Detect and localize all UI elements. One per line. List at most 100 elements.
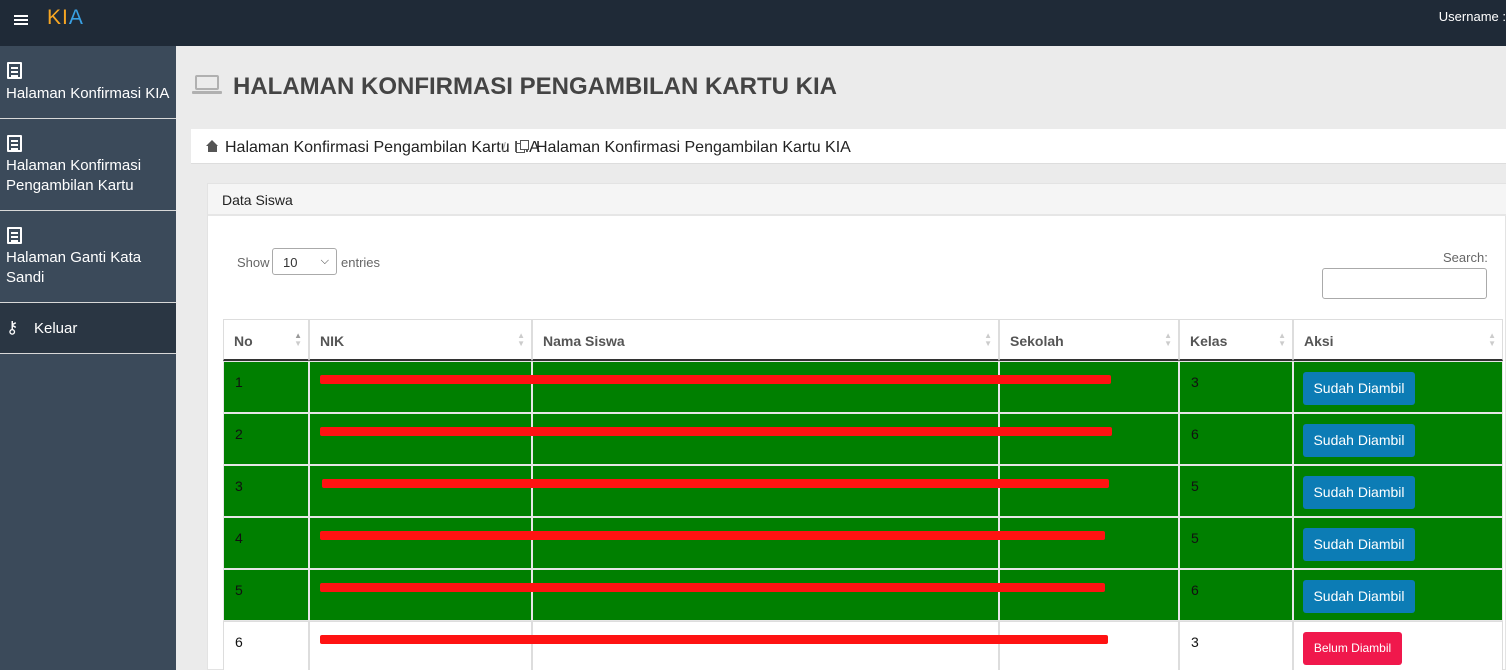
cell-sekolah — [999, 361, 1179, 413]
column-header-kelas[interactable]: Kelas ▲ ▼ — [1179, 319, 1293, 361]
breadcrumb-item-home[interactable]: Halaman Konfirmasi Pengambilan Kartu KIA — [225, 139, 540, 157]
table-row: 5 6 Sudah Diambil — [223, 569, 1503, 621]
home-icon — [206, 140, 219, 152]
username-label: Username : — [1438, 9, 1506, 24]
cell-nik — [309, 517, 532, 569]
cell-kelas: 5 — [1179, 465, 1293, 517]
cell-sekolah — [999, 621, 1179, 670]
sidebar: Halaman Konfirmasi KIA Halaman Konfirmas… — [0, 46, 176, 670]
entries-label: entries — [341, 255, 381, 270]
sort-icon: ▲ ▼ — [1164, 331, 1172, 348]
row-number: 2 — [235, 426, 243, 442]
row-kelas: 6 — [1191, 582, 1199, 598]
sudah-diambil-button[interactable]: Sudah Diambil — [1303, 424, 1415, 457]
sidebar-item-konfirmasi-kia[interactable]: Halaman Konfirmasi KIA — [0, 46, 176, 119]
cell-aksi: Sudah Diambil — [1293, 465, 1503, 517]
redaction-bar — [320, 635, 1108, 644]
sudah-diambil-button[interactable]: Sudah Diambil — [1303, 476, 1415, 509]
cell-nama-siswa — [532, 621, 999, 670]
cell-no: 6 — [223, 621, 309, 670]
redaction-bar — [322, 479, 1109, 488]
document-icon — [7, 62, 22, 79]
cell-sekolah — [999, 413, 1179, 465]
column-header-label: Sekolah — [1010, 333, 1064, 349]
sidebar-item-keluar[interactable]: ⚷ Keluar — [0, 303, 176, 354]
cell-sekolah — [999, 517, 1179, 569]
sidebar-item-label: Halaman Ganti Kata Sandi — [6, 249, 142, 286]
row-kelas: 3 — [1191, 634, 1199, 650]
redaction-bar — [320, 531, 1105, 540]
sidebar-item-label: Halaman Konfirmasi Pengambilan Kartu — [6, 157, 142, 194]
cell-kelas: 6 — [1179, 569, 1293, 621]
laptop-icon — [192, 75, 222, 95]
entries-select-value: 10 — [283, 255, 298, 270]
brand-letter-k: K — [47, 6, 63, 29]
search-input[interactable] — [1322, 268, 1487, 299]
sidebar-item-ganti-kata-sandi[interactable]: Halaman Ganti Kata Sandi — [0, 211, 176, 303]
cell-nama-siswa — [532, 569, 999, 621]
cell-sekolah — [999, 465, 1179, 517]
row-number: 3 — [235, 478, 243, 494]
cell-aksi: Belum Diambil — [1293, 621, 1503, 670]
table-row: 4 5 Sudah Diambil — [223, 517, 1503, 569]
column-header-label: No — [234, 333, 253, 349]
sort-icon: ▲ ▼ — [1278, 331, 1286, 348]
column-header-nik[interactable]: NIK ▲ ▼ — [309, 319, 532, 361]
cell-no: 4 — [223, 517, 309, 569]
row-number: 4 — [235, 530, 243, 546]
sidebar-item-label: Keluar — [34, 320, 78, 337]
panel-header: Data Siswa — [208, 184, 1506, 216]
cell-nama-siswa — [532, 465, 999, 517]
sort-icon: ▲ ▼ — [517, 331, 525, 348]
cell-nik — [309, 569, 532, 621]
sudah-diambil-button[interactable]: Sudah Diambil — [1303, 580, 1415, 613]
cell-nama-siswa — [532, 413, 999, 465]
row-kelas: 6 — [1191, 426, 1199, 442]
column-header-label: Nama Siswa — [543, 333, 625, 349]
column-header-nama-siswa[interactable]: Nama Siswa ▲ ▼ — [532, 319, 999, 361]
top-navbar: KIA Username : — [0, 0, 1506, 46]
entries-select[interactable]: 10 ⌵ — [272, 248, 337, 275]
cell-kelas: 3 — [1179, 361, 1293, 413]
hamburger-icon[interactable] — [14, 13, 30, 27]
cell-no: 2 — [223, 413, 309, 465]
cell-kelas: 3 — [1179, 621, 1293, 670]
panel-title: Data Siswa — [222, 192, 293, 208]
cell-aksi: Sudah Diambil — [1293, 517, 1503, 569]
sudah-diambil-button[interactable]: Sudah Diambil — [1303, 372, 1415, 405]
cell-aksi: Sudah Diambil — [1293, 361, 1503, 413]
sudah-diambil-button[interactable]: Sudah Diambil — [1303, 528, 1415, 561]
redaction-bar — [320, 583, 1105, 592]
table-row: 6 3 Belum Diambil — [223, 621, 1503, 670]
row-kelas: 3 — [1191, 374, 1199, 390]
column-header-aksi[interactable]: Aksi ▲ ▼ — [1293, 319, 1503, 361]
redaction-bar — [320, 375, 1111, 384]
brand-logo[interactable]: KIA — [47, 6, 84, 30]
username-display: Username : — [1439, 9, 1506, 24]
redaction-bar — [320, 427, 1112, 436]
cell-no: 3 — [223, 465, 309, 517]
row-number: 5 — [235, 582, 243, 598]
column-header-sekolah[interactable]: Sekolah ▲ ▼ — [999, 319, 1179, 361]
breadcrumb-separator: / — [502, 139, 506, 155]
table-row: 1 3 Sudah Diambil — [223, 361, 1503, 413]
cell-kelas: 5 — [1179, 517, 1293, 569]
sort-icon: ▲ ▼ — [1488, 331, 1496, 348]
cell-aksi: Sudah Diambil — [1293, 569, 1503, 621]
search-label: Search: — [1443, 250, 1488, 265]
document-icon — [7, 135, 22, 152]
column-header-no[interactable]: No ▲ ▼ — [223, 319, 309, 361]
breadcrumb-item-current[interactable]: Halaman Konfirmasi Pengambilan Kartu KIA — [536, 139, 851, 157]
cell-nama-siswa — [532, 517, 999, 569]
cell-nik — [309, 361, 532, 413]
column-header-label: Aksi — [1304, 333, 1334, 349]
show-label: Show — [237, 255, 270, 270]
table-row: 3 5 Sudah Diambil — [223, 465, 1503, 517]
sidebar-item-konfirmasi-pengambilan[interactable]: Halaman Konfirmasi Pengambilan Kartu — [0, 119, 176, 211]
cell-aksi: Sudah Diambil — [1293, 413, 1503, 465]
cell-nik — [309, 621, 532, 670]
table-row: 2 6 Sudah Diambil — [223, 413, 1503, 465]
belum-diambil-button[interactable]: Belum Diambil — [1303, 632, 1402, 665]
cell-sekolah — [999, 569, 1179, 621]
row-kelas: 5 — [1191, 478, 1199, 494]
